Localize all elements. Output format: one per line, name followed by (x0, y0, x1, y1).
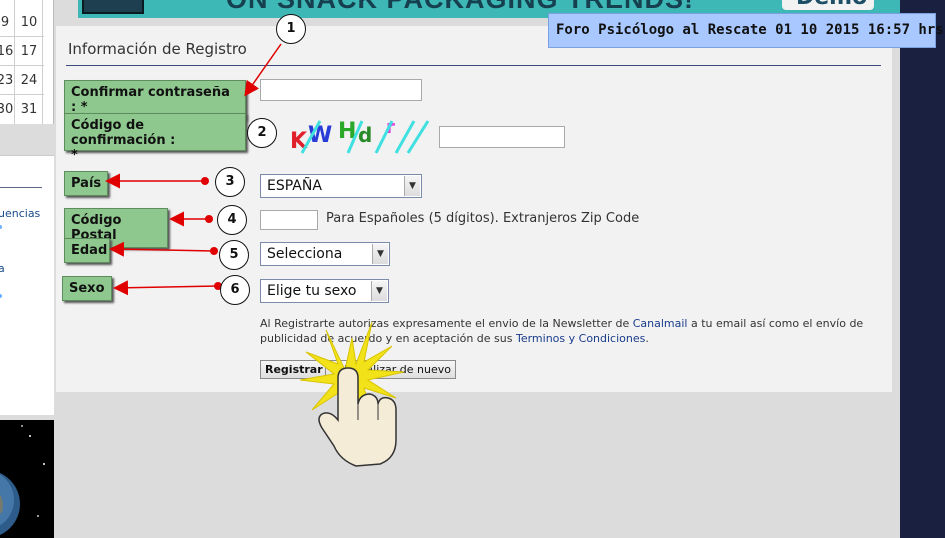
postal-code-input[interactable] (260, 210, 318, 230)
registration-form: Información de Registro Confirmar contra… (56, 26, 892, 392)
side-link[interactable]: a (0, 262, 5, 275)
sex-label: Sexo (62, 276, 112, 301)
calendar-day[interactable]: 24 (16, 66, 42, 95)
age-select-value: Selecciona (267, 246, 343, 262)
register-button[interactable]: Registrar (260, 360, 328, 379)
calendar-day[interactable]: 30 (0, 95, 14, 124)
captcha-noise-lines (300, 120, 430, 154)
forum-date-badge: Foro Psicólogo al Rescate 01 10 2015 16:… (548, 13, 945, 48)
calendar-day[interactable]: 10 (16, 8, 42, 37)
calendar-day[interactable]: 9 (0, 8, 14, 37)
confirmation-code-label-line: Código de confirmación : (71, 118, 176, 148)
calendar-row: 23 24 (0, 66, 44, 95)
calendar-row: 30 31 (0, 95, 44, 124)
confirmation-code-input[interactable] (439, 126, 565, 148)
banner-demo-label: Demo (796, 0, 867, 10)
calendar-day[interactable]: 23 (0, 66, 14, 95)
left-column: 9 10 16 17 23 24 30 31 uencias a (0, 0, 54, 538)
step-marker-5: 5 (219, 240, 249, 270)
confirmation-code-label-asterisk: * (71, 148, 78, 163)
country-label: País (64, 171, 108, 196)
consent-text-part: . (645, 332, 649, 345)
sex-select-value: Elige tu sexo (267, 283, 357, 299)
country-select-value: ESPAÑA (267, 178, 322, 194)
calendar-row: 9 10 (0, 8, 44, 37)
step-marker-6: 6 (220, 275, 250, 305)
country-select[interactable]: ESPAÑA ▼ (260, 174, 422, 198)
step-marker-2: 2 (247, 118, 277, 148)
sex-select[interactable]: Elige tu sexo ▼ (260, 279, 389, 303)
page-edge-band (900, 0, 945, 538)
step-marker-4: 4 (217, 205, 247, 235)
calendar-row: 16 17 (0, 37, 44, 66)
consent-text-part: Al Registrarte autorizas expresamente el… (260, 317, 633, 330)
side-panel-rule (0, 187, 42, 188)
planet-image (0, 420, 54, 538)
side-panel: uencias a (0, 155, 54, 415)
age-select[interactable]: Selecciona ▼ (260, 242, 390, 266)
confirmation-code-label: Código de confirmación : * (64, 113, 246, 163)
mini-calendar: 9 10 16 17 23 24 30 31 (0, 0, 54, 124)
chevron-down-icon[interactable]: ▼ (404, 176, 420, 196)
bullet-icon (0, 294, 2, 298)
canalmail-link[interactable]: Canalmail (633, 317, 688, 330)
calendar-day[interactable]: 31 (16, 95, 42, 124)
reset-button[interactable]: Inicializar de nuevo (325, 360, 456, 379)
captcha-image: K W H d r (282, 117, 432, 157)
form-title-rule (66, 65, 881, 66)
calendar-day[interactable]: 17 (16, 37, 42, 66)
postal-code-hint: Para Españoles (5 dígitos). Extranjeros … (326, 211, 640, 226)
calendar-day[interactable]: 16 (0, 37, 14, 66)
bullet-icon (0, 225, 2, 229)
confirm-password-input[interactable] (260, 79, 422, 101)
terms-link[interactable]: Terminos y Condiciones (516, 332, 645, 345)
banner-device-graphic (82, 0, 144, 14)
form-title: Información de Registro (68, 40, 247, 58)
step-marker-1: 1 (276, 14, 306, 44)
side-link[interactable]: uencias (0, 207, 40, 220)
chevron-down-icon[interactable]: ▼ (371, 281, 387, 301)
banner-demo-button[interactable]: Demo (782, 0, 874, 10)
age-label: Edad (64, 238, 110, 263)
consent-text: Al Registrarte autorizas expresamente el… (260, 316, 880, 346)
step-marker-3: 3 (215, 167, 245, 197)
chevron-down-icon[interactable]: ▼ (372, 244, 388, 264)
